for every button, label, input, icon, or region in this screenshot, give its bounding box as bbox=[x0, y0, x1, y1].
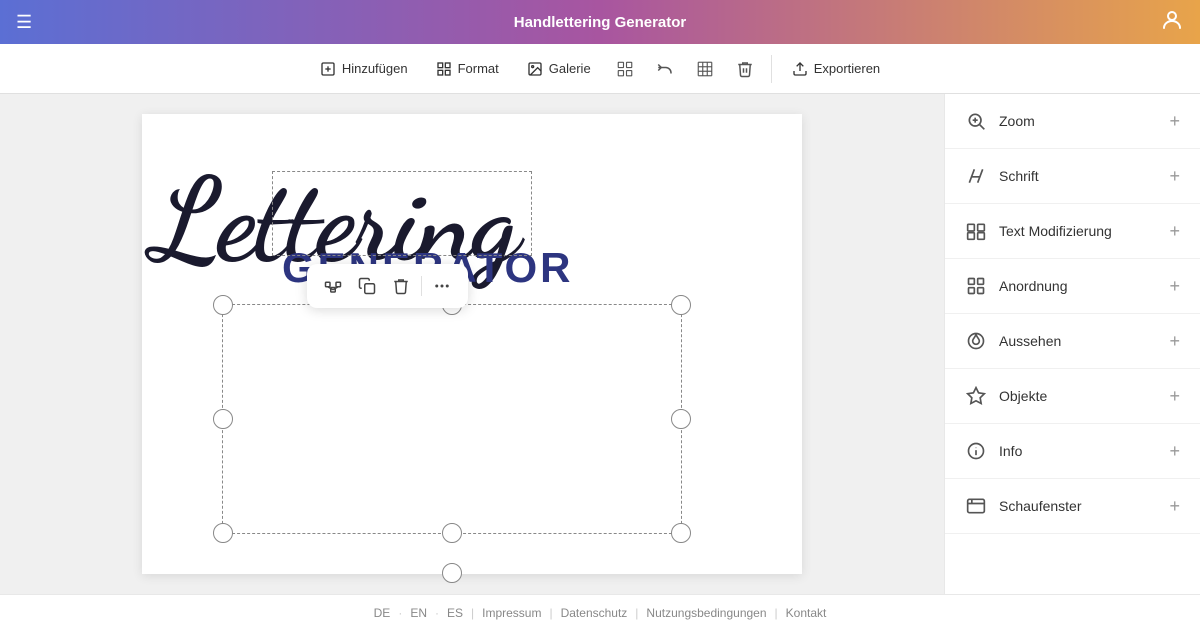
appearance-icon bbox=[965, 330, 987, 352]
group-button[interactable] bbox=[317, 270, 349, 302]
panel-item-appearance[interactable]: Aussehen + bbox=[945, 314, 1200, 369]
font-icon bbox=[965, 165, 987, 187]
info-label: Info bbox=[999, 443, 1022, 459]
font-label: Schrift bbox=[999, 168, 1039, 184]
add-label: Hinzufügen bbox=[342, 61, 408, 76]
menu-icon[interactable]: ☰ bbox=[16, 12, 32, 33]
text-mod-label: Text Modifizierung bbox=[999, 223, 1112, 239]
showcase-label: Schaufenster bbox=[999, 498, 1082, 514]
handle-bottom-left[interactable] bbox=[213, 523, 233, 543]
footer: DE · EN · ES | Impressum | Datenschutz |… bbox=[0, 594, 1200, 630]
panel-item-showcase[interactable]: Schaufenster + bbox=[945, 479, 1200, 534]
objects-expand[interactable]: + bbox=[1169, 386, 1180, 407]
panel-item-info[interactable]: Info + bbox=[945, 424, 1200, 479]
grid-button[interactable] bbox=[687, 51, 723, 87]
zoom-expand[interactable]: + bbox=[1169, 111, 1180, 132]
handle-top-right[interactable] bbox=[671, 295, 691, 315]
right-panel: Zoom + Schrift + Text Modifizierung + bbox=[944, 94, 1200, 594]
delete-toolbar-button[interactable] bbox=[727, 51, 763, 87]
impressum-link[interactable]: Impressum bbox=[482, 606, 541, 620]
showcase-icon bbox=[965, 495, 987, 517]
info-expand[interactable]: + bbox=[1169, 441, 1180, 462]
handle-bottom-right[interactable] bbox=[671, 523, 691, 543]
gallery-label: Galerie bbox=[549, 61, 591, 76]
footer-sep-2: · bbox=[435, 606, 439, 620]
copy-button[interactable] bbox=[351, 270, 383, 302]
objects-label: Objekte bbox=[999, 388, 1047, 404]
panel-item-zoom[interactable]: Zoom + bbox=[945, 94, 1200, 149]
objects-icon bbox=[965, 385, 987, 407]
gallery-button[interactable]: Galerie bbox=[515, 55, 603, 83]
font-expand[interactable]: + bbox=[1169, 166, 1180, 187]
nutzungsbedingungen-link[interactable]: Nutzungsbedingungen bbox=[646, 606, 766, 620]
footer-sep-4: | bbox=[549, 606, 552, 620]
export-button[interactable]: Exportieren bbox=[780, 55, 892, 83]
panel-item-info-left: Info bbox=[965, 440, 1022, 462]
showcase-expand[interactable]: + bbox=[1169, 496, 1180, 517]
panel-item-objects[interactable]: Objekte + bbox=[945, 369, 1200, 424]
footer-sep-5: | bbox=[635, 606, 638, 620]
handle-middle-right[interactable] bbox=[671, 409, 691, 429]
add-button[interactable]: Hinzufügen bbox=[308, 55, 420, 83]
handle-extra-bottom[interactable] bbox=[442, 563, 462, 583]
delete-float-button[interactable] bbox=[385, 270, 417, 302]
lang-de[interactable]: DE bbox=[374, 606, 391, 620]
handle-bottom-center[interactable] bbox=[442, 523, 462, 543]
panel-item-showcase-left: Schaufenster bbox=[965, 495, 1082, 517]
user-icon[interactable] bbox=[1160, 8, 1184, 37]
main-content: Lettering GENERATOR bbox=[0, 94, 1200, 594]
floating-toolbar bbox=[307, 264, 468, 308]
footer-sep-3: | bbox=[471, 606, 474, 620]
info-icon bbox=[965, 440, 987, 462]
zoom-icon bbox=[965, 110, 987, 132]
export-label: Exportieren bbox=[814, 61, 880, 76]
panel-item-zoom-left: Zoom bbox=[965, 110, 1035, 132]
lang-en[interactable]: EN bbox=[410, 606, 427, 620]
handle-middle-left[interactable] bbox=[213, 409, 233, 429]
toolbar-separator bbox=[771, 55, 772, 83]
panel-item-font[interactable]: Schrift + bbox=[945, 149, 1200, 204]
footer-sep-1: · bbox=[398, 606, 402, 620]
toolbar: Hinzufügen Format Galerie Exportieren bbox=[0, 44, 1200, 94]
panel-item-font-left: Schrift bbox=[965, 165, 1039, 187]
panel-item-objects-left: Objekte bbox=[965, 385, 1047, 407]
text-mod-expand[interactable]: + bbox=[1169, 221, 1180, 242]
grid-overlay-button[interactable] bbox=[607, 51, 643, 87]
undo-button[interactable] bbox=[647, 51, 683, 87]
zoom-label: Zoom bbox=[999, 113, 1035, 129]
panel-item-arrange[interactable]: Anordnung + bbox=[945, 259, 1200, 314]
arrange-icon bbox=[965, 275, 987, 297]
panel-item-appearance-left: Aussehen bbox=[965, 330, 1061, 352]
panel-item-arrange-left: Anordnung bbox=[965, 275, 1068, 297]
more-options-button[interactable] bbox=[426, 270, 458, 302]
datenschutz-link[interactable]: Datenschutz bbox=[561, 606, 628, 620]
lang-es[interactable]: ES bbox=[447, 606, 463, 620]
panel-item-text-mod-left: Text Modifizierung bbox=[965, 220, 1112, 242]
format-label: Format bbox=[458, 61, 499, 76]
handle-top-left[interactable] bbox=[213, 295, 233, 315]
canvas[interactable]: Lettering GENERATOR bbox=[142, 114, 802, 574]
header: ☰ Handlettering Generator bbox=[0, 0, 1200, 44]
arrange-expand[interactable]: + bbox=[1169, 276, 1180, 297]
canvas-area[interactable]: Lettering GENERATOR bbox=[0, 94, 944, 594]
footer-sep-6: | bbox=[775, 606, 778, 620]
format-button[interactable]: Format bbox=[424, 55, 511, 83]
selection-box bbox=[222, 304, 682, 534]
arrange-label: Anordnung bbox=[999, 278, 1068, 294]
app-title: Handlettering Generator bbox=[514, 14, 687, 31]
panel-item-text-mod[interactable]: Text Modifizierung + bbox=[945, 204, 1200, 259]
appearance-label: Aussehen bbox=[999, 333, 1061, 349]
float-divider bbox=[421, 276, 422, 296]
appearance-expand[interactable]: + bbox=[1169, 331, 1180, 352]
text-mod-icon bbox=[965, 220, 987, 242]
kontakt-link[interactable]: Kontakt bbox=[786, 606, 827, 620]
